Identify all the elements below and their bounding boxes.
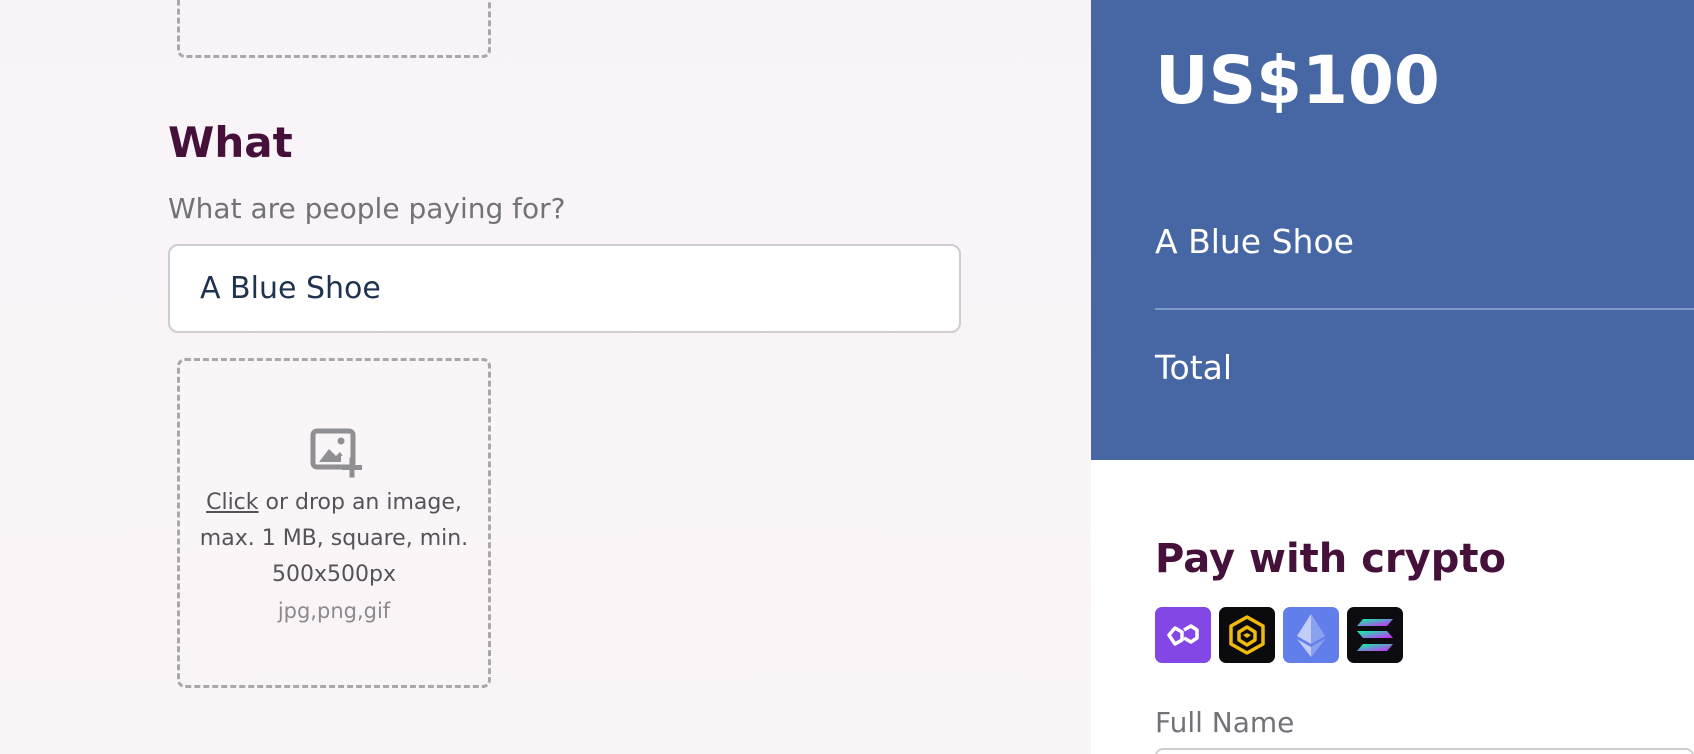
image-dropzone[interactable]: Click or drop an image, max. 1 MB, squar… [177,358,491,688]
add-image-icon [310,428,362,478]
solana-option[interactable] [1347,607,1403,663]
ethereum-icon [1297,614,1325,657]
image-dropzone-previous[interactable] [177,0,491,58]
what-section-title: What [168,118,293,167]
order-summary: US$100 A Blue Shoe Total [1091,0,1694,460]
summary-item-name: A Blue Shoe [1155,222,1354,261]
what-input[interactable] [168,244,961,333]
full-name-label: Full Name [1155,706,1295,739]
dropzone-formats: jpg,png,gif [277,599,391,623]
pay-with-crypto-title: Pay with crypto [1155,536,1506,582]
product-editor-panel: What What are people paying for? Click o… [0,0,1091,754]
dropzone-instructions: Click or drop an image, max. 1 MB, squar… [190,485,478,629]
ethereum-option[interactable] [1283,607,1339,663]
full-name-input[interactable] [1155,748,1694,754]
price-display: US$100 [1155,42,1440,119]
what-section-subtitle: What are people paying for? [168,192,566,225]
bnb-icon [1229,615,1265,655]
dropzone-click-link[interactable]: Click [206,490,258,515]
summary-divider [1155,308,1694,310]
summary-total-label: Total [1155,348,1233,387]
polygon-icon [1167,624,1199,646]
solana-icon [1357,619,1393,651]
checkout-preview-panel: US$100 A Blue Shoe Total Pay with crypto [1091,0,1694,754]
crypto-options [1155,607,1403,663]
bnb-option[interactable] [1219,607,1275,663]
polygon-option[interactable] [1155,607,1211,663]
